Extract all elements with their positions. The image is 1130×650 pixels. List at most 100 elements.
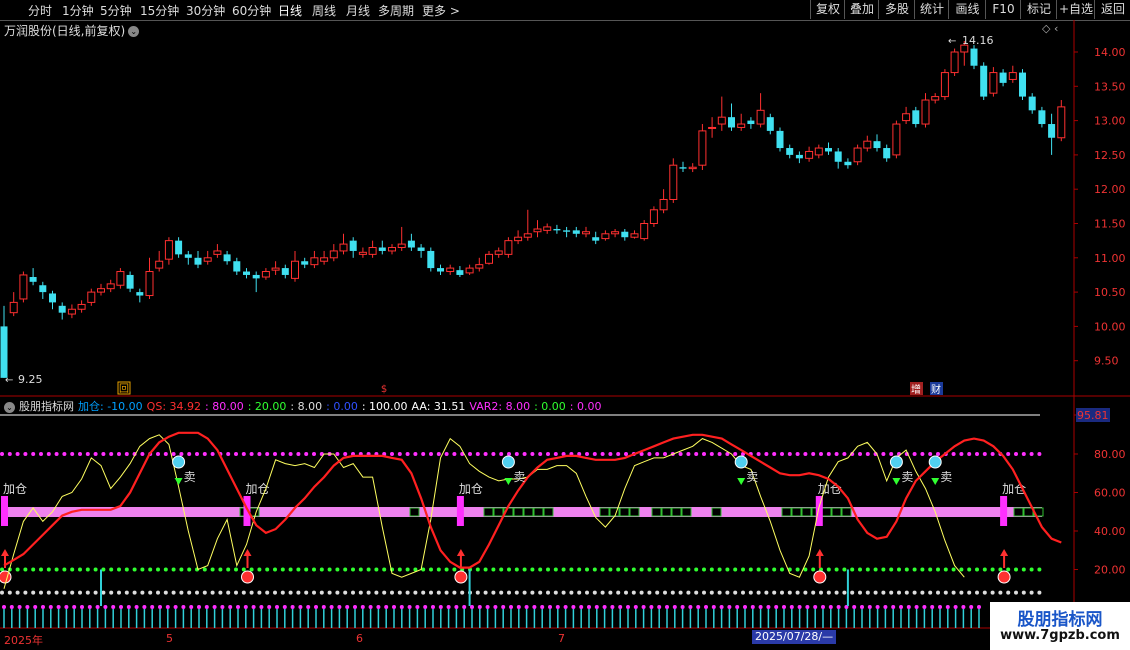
dot-8	[881, 590, 886, 595]
dot-8	[553, 590, 558, 595]
candle-up	[271, 267, 280, 271]
dot-8	[0, 590, 4, 595]
volume-tick-dot	[298, 605, 303, 609]
indicator-menu-icon[interactable]: ⌄	[4, 401, 15, 413]
dot-80	[795, 452, 800, 456]
dot-8	[319, 590, 324, 595]
dot-8	[928, 590, 933, 595]
dot-8	[109, 590, 114, 595]
volume-tick-dot	[735, 605, 740, 609]
volume-tick-dot	[532, 605, 537, 609]
add-arrow-head	[815, 549, 824, 556]
dot-80	[257, 452, 262, 456]
dot-8	[850, 590, 855, 595]
dot-20	[452, 567, 457, 572]
dot-8	[834, 590, 839, 595]
volume-tick-dot	[337, 605, 342, 609]
dot-20	[31, 567, 36, 572]
volume-tick-dot	[867, 605, 872, 609]
dot-8	[678, 590, 683, 595]
volume-tick-dot	[438, 605, 443, 609]
volume-tick-dot	[930, 605, 935, 609]
volume-tick-dot	[111, 605, 116, 609]
dot-8	[1021, 590, 1026, 595]
volume-tick-dot	[571, 605, 576, 609]
volume-tick-dot	[236, 605, 240, 609]
dot-20	[265, 567, 270, 572]
dot-8	[374, 590, 379, 595]
dot-80	[475, 452, 480, 456]
dot-20	[507, 567, 511, 572]
volume-tick-dot	[220, 605, 225, 609]
dot-80	[101, 452, 106, 456]
dot-80	[686, 452, 691, 456]
dot-20	[202, 567, 207, 572]
dot-8	[655, 590, 660, 595]
indicator-values: 加仓: -10.00 QS: 34.92: 80.00: 20.00: 8.00:…	[78, 400, 605, 413]
dot-8	[366, 590, 371, 595]
dot-80	[7, 452, 12, 456]
cursor-date: 2025/07/28/—	[752, 630, 837, 644]
dot-80	[990, 452, 995, 456]
candle-up	[339, 243, 348, 252]
volume-tick-dot	[150, 605, 155, 609]
dot-20	[936, 567, 940, 572]
volume-tick-dot	[680, 605, 685, 609]
dot-20	[436, 567, 441, 572]
candle-up	[669, 164, 678, 200]
dot-80	[288, 452, 293, 456]
dot-20	[171, 567, 176, 572]
sell-arrow-icon	[174, 478, 183, 485]
bar-cell	[629, 507, 640, 517]
dot-8	[826, 590, 831, 595]
candle-up	[155, 260, 164, 269]
candle-up	[368, 247, 377, 255]
sub-tick-label: 80.00	[1094, 448, 1126, 461]
dot-20	[382, 567, 387, 572]
dot-80	[202, 452, 207, 456]
volume-tick-dot	[158, 605, 162, 609]
dot-20	[928, 567, 933, 572]
candle-down	[912, 110, 920, 125]
dot-80	[491, 452, 496, 456]
dot-8	[257, 590, 262, 595]
candle-up	[931, 96, 940, 101]
dot-8	[210, 590, 215, 595]
dot-20	[1021, 567, 1026, 572]
volume-tick-dot	[87, 605, 92, 609]
dot-80	[819, 452, 823, 456]
dot-80	[842, 452, 847, 456]
volume-tick-dot	[251, 605, 256, 609]
volume-tick-dot	[314, 605, 318, 609]
candle-down	[873, 141, 881, 149]
volume-tick-dot	[906, 605, 911, 609]
dot-8	[990, 590, 995, 595]
dot-8	[483, 590, 488, 595]
candle-down	[747, 120, 755, 125]
dot-80	[616, 452, 621, 456]
dot-20	[585, 567, 589, 572]
dot-20	[351, 567, 355, 572]
candle-up	[514, 236, 523, 242]
dot-80	[93, 452, 98, 456]
dot-20	[148, 567, 153, 572]
candle-down	[175, 240, 183, 255]
sell-arrow-icon	[737, 478, 746, 485]
sell-ball-icon	[889, 455, 903, 469]
candle-up	[814, 147, 823, 156]
dot-20	[327, 567, 332, 572]
volume-tick-dot	[797, 605, 802, 609]
indicator-value-4: : 8.00	[290, 400, 323, 413]
volume-tick-dot	[977, 605, 981, 609]
dot-80	[1006, 452, 1011, 456]
dot-80	[826, 452, 831, 456]
dot-8	[865, 590, 870, 595]
candle-up	[688, 166, 697, 170]
volume-tick-dot	[516, 605, 521, 609]
volume-tick-dot	[485, 605, 490, 609]
price-tick-label: 12.00	[1094, 183, 1126, 196]
kline-chart[interactable]: 14.00 13.50 13.00 12.50 12.00 11.50 11.00 10.50…	[0, 0, 1130, 650]
dot-20	[163, 567, 168, 572]
dot-20	[491, 567, 496, 572]
buy-ball-icon	[997, 570, 1011, 584]
